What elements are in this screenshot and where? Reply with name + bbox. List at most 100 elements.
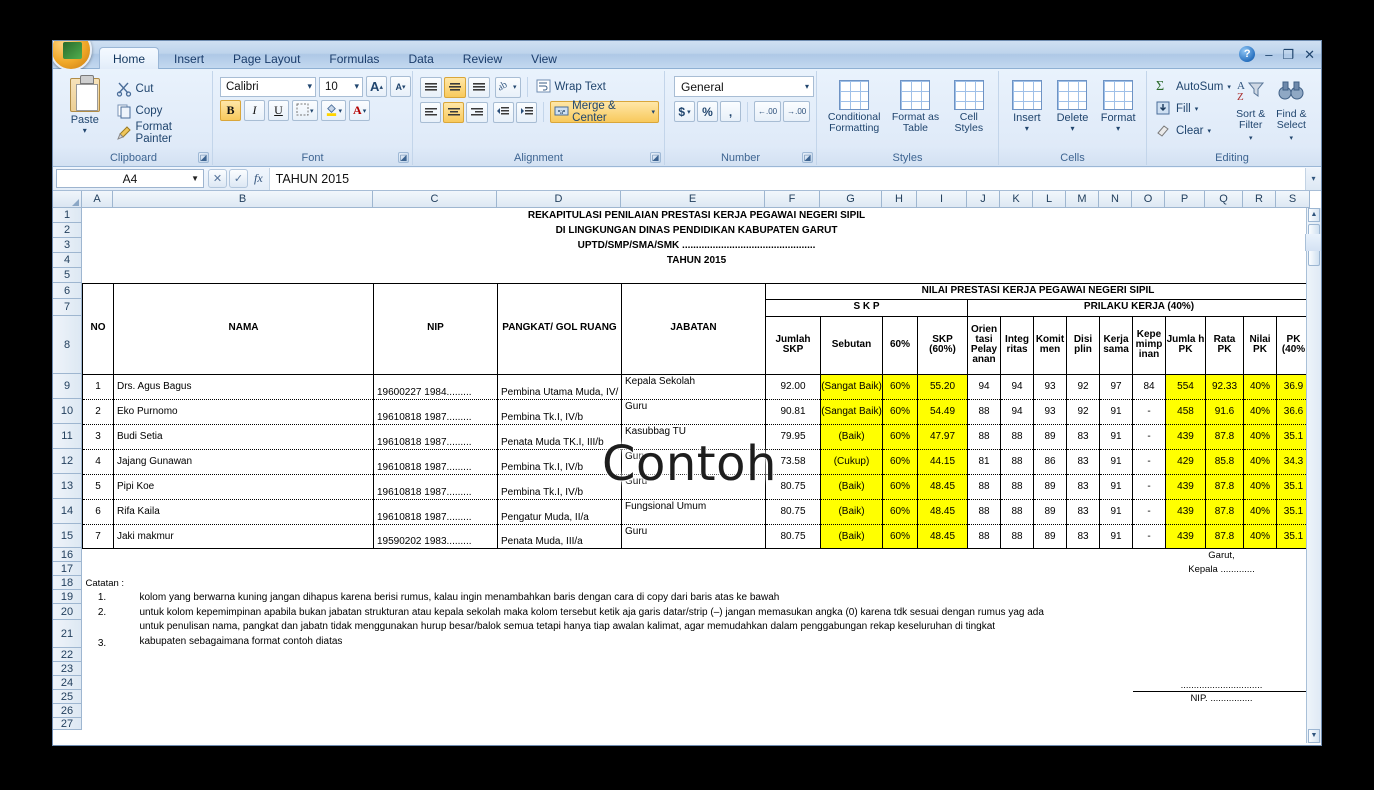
row-header-23[interactable]: 23 — [53, 662, 82, 676]
row-header-10[interactable]: 10 — [53, 399, 82, 424]
insert-cells-button[interactable]: Insert ▾ — [1005, 78, 1049, 133]
format-painter-button[interactable]: Format Painter — [114, 121, 207, 145]
row-header-7[interactable]: 7 — [53, 299, 82, 316]
col-header-K[interactable]: K — [1000, 191, 1033, 208]
font-family-select[interactable]: Calibri ▾ — [220, 76, 316, 97]
cancel-formula-button[interactable]: ✕ — [208, 169, 227, 188]
row-header-21[interactable]: 21 — [53, 620, 82, 648]
row-header-26[interactable]: 26 — [53, 704, 82, 718]
col-header-N[interactable]: N — [1099, 191, 1132, 208]
col-header-E[interactable]: E — [621, 191, 765, 208]
formula-expand-icon[interactable]: ▾ — [1305, 167, 1321, 190]
increase-indent-button[interactable] — [515, 101, 538, 123]
select-all-corner[interactable] — [53, 191, 82, 208]
format-cells-button[interactable]: Format ▾ — [1096, 78, 1140, 133]
row-header-5[interactable]: 5 — [53, 268, 82, 283]
col-header-M[interactable]: M — [1066, 191, 1099, 208]
row-header-19[interactable]: 19 — [53, 590, 82, 604]
clear-button[interactable]: Clear ▾ — [1154, 120, 1231, 142]
col-header-F[interactable]: F — [765, 191, 820, 208]
align-right-button[interactable] — [466, 101, 488, 123]
format-as-table-button[interactable]: Format as Table — [887, 78, 943, 134]
formula-input[interactable]: TAHUN 2015 — [268, 167, 1305, 190]
borders-button[interactable]: ▾ — [292, 100, 318, 121]
copy-button[interactable]: Copy — [114, 100, 207, 122]
comma-button[interactable]: , — [720, 101, 741, 122]
sheet-area[interactable]: REKAPITULASI PENILAIAN PRESTASI KERJA PE… — [82, 208, 1321, 743]
name-box-dropdown-icon[interactable]: ▼ — [191, 174, 199, 183]
italic-button[interactable]: I — [244, 100, 265, 121]
scroll-up-icon[interactable]: ▲ — [1308, 208, 1320, 222]
row-header-6[interactable]: 6 — [53, 283, 82, 299]
decrease-indent-button[interactable] — [492, 101, 514, 123]
help-icon[interactable]: ? — [1239, 46, 1256, 62]
align-center-button[interactable] — [443, 101, 465, 123]
paste-button[interactable]: Paste ▾ — [60, 75, 110, 135]
align-top-button[interactable] — [420, 76, 442, 98]
conditional-formatting-button[interactable]: Conditional Formatting — [823, 78, 885, 134]
font-dialog-launcher[interactable]: ◪ — [398, 152, 409, 163]
align-bottom-button[interactable] — [468, 76, 490, 98]
minimize-icon[interactable]: – — [1265, 48, 1272, 61]
col-header-J[interactable]: J — [967, 191, 1000, 208]
col-header-L[interactable]: L — [1033, 191, 1066, 208]
row-header-27[interactable]: 27 — [53, 718, 82, 730]
row-header-22[interactable]: 22 — [53, 648, 82, 662]
row-header-4[interactable]: 4 — [53, 253, 82, 268]
vertical-scrollbar[interactable]: ▲ ▼ — [1306, 208, 1321, 743]
col-header-I[interactable]: I — [917, 191, 967, 208]
row-header-11[interactable]: 11 — [53, 424, 82, 449]
scroll-down-icon[interactable]: ▼ — [1308, 729, 1320, 743]
currency-button[interactable]: $ ▾ — [674, 101, 695, 122]
row-header-1[interactable]: 1 — [53, 208, 82, 223]
align-left-button[interactable] — [420, 101, 442, 123]
font-size-select[interactable]: 10 ▾ — [319, 76, 363, 97]
row-header-2[interactable]: 2 — [53, 223, 82, 238]
name-box[interactable]: A4 ▼ — [56, 169, 204, 188]
row-header-13[interactable]: 13 — [53, 474, 82, 499]
col-header-D[interactable]: D — [497, 191, 621, 208]
row-header-16[interactable]: 16 — [53, 548, 82, 562]
increase-decimal-button[interactable]: ←.00 — [754, 101, 782, 122]
align-middle-button[interactable] — [444, 76, 466, 98]
office-button[interactable] — [53, 41, 92, 71]
table-row[interactable]: 6 Rifa Kaila 19610818 1987......... Peng… — [82, 499, 1312, 525]
row-header-9[interactable]: 9 — [53, 374, 82, 399]
col-header-B[interactable]: B — [113, 191, 373, 208]
autosum-button[interactable]: Σ AutoSum ▾ — [1154, 76, 1231, 98]
col-header-P[interactable]: P — [1165, 191, 1205, 208]
sort-filter-button[interactable]: AZ Sort & Filter▾ — [1231, 76, 1271, 143]
insert-function-icon[interactable]: fx — [252, 171, 269, 186]
bold-button[interactable]: B — [220, 100, 241, 121]
delete-cells-button[interactable]: Delete ▾ — [1050, 78, 1094, 133]
find-select-button[interactable]: Find & Select▾ — [1271, 76, 1312, 143]
col-header-C[interactable]: C — [373, 191, 497, 208]
fill-button[interactable]: Fill ▾ — [1154, 98, 1231, 120]
cell-styles-button[interactable]: Cell Styles — [946, 78, 992, 134]
col-header-G[interactable]: G — [820, 191, 882, 208]
row-header-12[interactable]: 12 — [53, 449, 82, 474]
merge-center-button[interactable]: a Merge & Center ▾ — [550, 100, 659, 124]
row-header-20[interactable]: 20 — [53, 604, 82, 620]
table-row[interactable]: 7 Jaki makmur 19590202 1983......... Pen… — [82, 524, 1312, 549]
percent-button[interactable]: % — [697, 101, 718, 122]
col-header-S[interactable]: S — [1276, 191, 1310, 208]
restore-icon[interactable]: ❐ — [1282, 48, 1294, 61]
orientation-button[interactable]: ab ▾ — [495, 76, 521, 98]
row-header-8[interactable]: 8 — [53, 316, 82, 374]
row-header-17[interactable]: 17 — [53, 562, 82, 576]
enter-formula-button[interactable]: ✓ — [229, 169, 248, 188]
col-header-O[interactable]: O — [1132, 191, 1165, 208]
table-row[interactable]: 1 Drs. Agus Bagus 19600227 1984.........… — [82, 374, 1312, 400]
underline-button[interactable]: U — [268, 100, 289, 121]
number-dialog-launcher[interactable]: ◪ — [802, 152, 813, 163]
alignment-dialog-launcher[interactable]: ◪ — [650, 152, 661, 163]
close-icon[interactable]: ✕ — [1304, 48, 1315, 61]
scroll-top-corner[interactable] — [1305, 234, 1321, 251]
col-header-Q[interactable]: Q — [1205, 191, 1243, 208]
decrease-decimal-button[interactable]: →.00 — [783, 101, 811, 122]
wrap-text-button[interactable]: Wrap Text — [534, 76, 606, 98]
row-header-15[interactable]: 15 — [53, 524, 82, 548]
clipboard-dialog-launcher[interactable]: ◪ — [198, 152, 209, 163]
number-format-select[interactable]: General ▾ — [674, 76, 814, 97]
